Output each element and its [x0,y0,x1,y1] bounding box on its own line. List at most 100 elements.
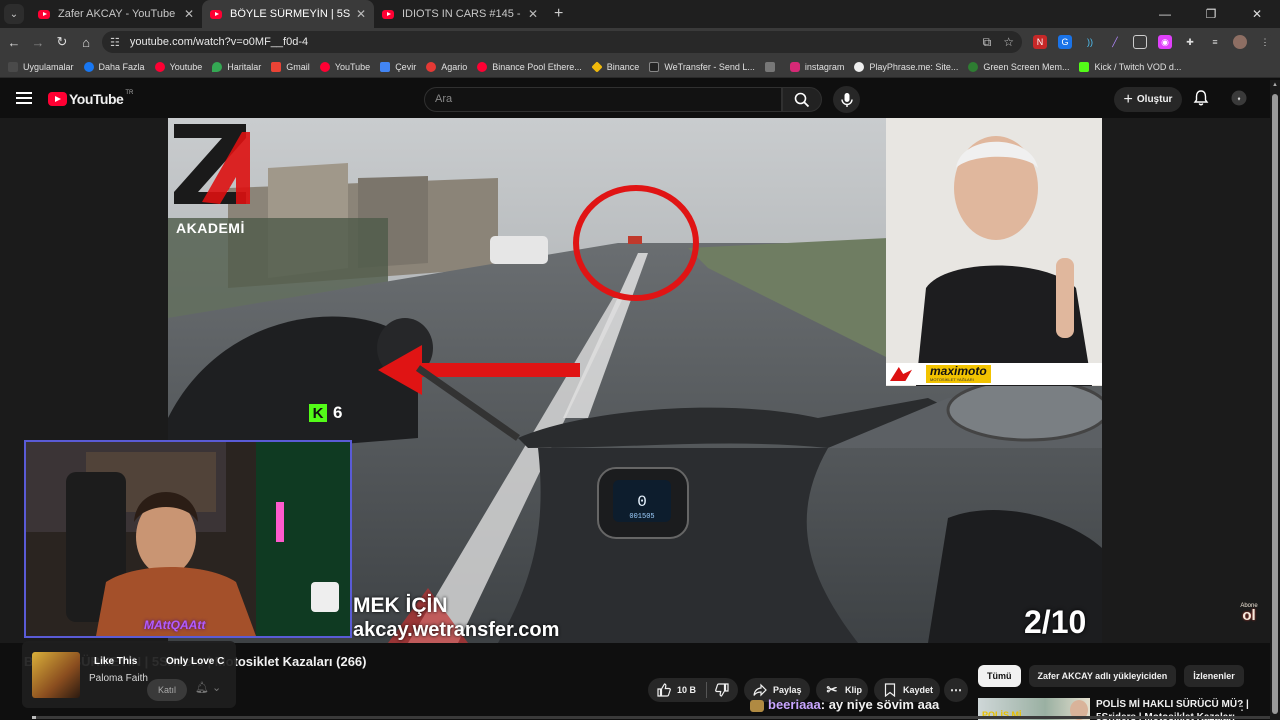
tab-title: Zafer AKCAY - YouTube [58,8,176,20]
restore-icon[interactable]: ❐ [1188,7,1234,21]
next-song-title: Only Love C [166,656,225,667]
bookmark-item[interactable]: Youtube [154,61,202,72]
close-tab-icon[interactable]: ✕ [356,7,366,21]
scrollbar-thumb[interactable] [1272,94,1278,714]
presenter-figure [886,118,1102,386]
microphone-icon [840,92,853,107]
chip-all[interactable]: Tümü [978,665,1021,687]
chat-overlay-message: beeriaaa: ay niye sövim aaa [750,697,939,712]
youtube-favicon-icon [382,9,394,19]
tab-3[interactable]: IDIOTS IN CARS #145 - YouTub ✕ [374,0,546,28]
cast-icon[interactable]: ⧉ [983,35,992,50]
gmail-icon [271,61,282,72]
bookmark-apps[interactable]: Uygulamalar [8,61,74,72]
bookmark-item[interactable]: PlayPhrase.me: Site... [854,61,958,72]
address-bar[interactable]: ☷ youtube.com/watch?v=o0MF__f0d-4 ⧉ ☆ [102,31,1022,53]
page-icon [764,61,775,72]
more-actions-button[interactable]: ⋯ [944,678,968,702]
minimize-icon[interactable]: — [1142,7,1188,21]
profile-avatar-icon[interactable] [1233,35,1247,49]
youtube-masthead: YouTube TR Ara + Oluştur ♦ [0,80,1280,118]
wetransfer-icon [649,61,660,72]
chip-from-uploader[interactable]: Zafer AKCAY adlı yükleyiciden [1028,665,1177,687]
bookmark-item[interactable]: Binance [591,60,639,73]
bookmark-item[interactable] [764,61,780,72]
url-text: youtube.com/watch?v=o0MF__f0d-4 [129,36,309,48]
streamer-webcam: MAttQAAtt [24,440,352,638]
forward-icon[interactable]: → [26,35,50,50]
reload-icon[interactable]: ↻ [50,34,74,50]
recommendation-filters: Tümü Zafer AKCAY adlı yükleyiciden İzlen… [978,665,1244,687]
bookmark-item[interactable]: Gmail [271,61,310,72]
bookmark-star-icon[interactable]: ☆ [1003,35,1014,49]
account-avatar[interactable]: ♦ [1228,90,1250,106]
binance-icon [591,60,603,73]
search-input[interactable]: Ara [424,87,782,112]
browser-menu-icon[interactable]: ⋮ [1258,35,1272,49]
screenshot-extension-icon[interactable] [1133,35,1147,49]
bookmark-item[interactable]: YouTube [319,61,370,72]
notifications-bell-icon[interactable] [1192,89,1210,107]
close-window-icon[interactable]: ✕ [1234,7,1280,21]
purple-extension-icon[interactable]: ◉ [1158,35,1172,49]
close-tab-icon[interactable]: ✕ [184,7,194,21]
webcam-name-tag: MAttQAAtt [144,618,206,632]
akademi-logo: AKADEMİ [172,122,250,236]
like-count[interactable]: 10 B [677,685,696,695]
more-icon: ⋯ [950,683,962,697]
bookmark-item[interactable]: Binance Pool Ethere... [477,61,582,72]
tab-1[interactable]: Zafer AKCAY - YouTube ✕ [30,0,202,28]
create-button[interactable]: + Oluştur [1114,87,1182,112]
sponsor-bird-icon [890,367,912,381]
subscribe-watermark[interactable]: Abone ol [1237,603,1261,627]
bookmark-item[interactable]: Kick / Twitch VOD d... [1079,61,1181,72]
back-icon[interactable]: ← [2,35,26,50]
greenscreen-icon [968,61,979,72]
youtube-favicon-icon [210,9,222,19]
dislike-icon[interactable] [715,683,729,697]
apps-grid-icon [8,61,18,72]
extensions-row: N G )) ╱ ◉ ✚ ≡ ⋮ [1033,28,1272,56]
bookmark-item[interactable]: Çevir [380,61,416,72]
overlay-text-line1: MEK İÇİN [353,594,448,617]
overlay-text-line2: akcay.wetransfer.com [353,619,560,641]
chip-watched[interactable]: İzlenenler [1184,665,1244,687]
bookmark-item[interactable]: Haritalar [212,61,261,72]
audio-extension-icon[interactable]: )) [1083,35,1097,49]
recommended-more-icon[interactable]: ⋮ [1236,699,1248,713]
youtube-logo[interactable]: YouTube TR [48,90,133,107]
tab-title: BÖYLE SÜRMEYİN | 5Sriders | M [230,8,350,20]
scissors-icon: ✂ [826,682,838,697]
new-tab-button[interactable]: + [554,5,563,23]
scroll-up-icon[interactable]: ▲ [1272,82,1278,88]
page-scrollbar[interactable]: ▲ [1270,80,1280,720]
tab-search-button[interactable]: ⌄ [4,4,24,24]
bookmark-item[interactable]: Daha Fazla [83,61,145,72]
extensions-puzzle-icon[interactable]: ✚ [1183,35,1197,49]
menu-icon[interactable] [16,92,32,104]
divider [706,682,708,698]
like-icon[interactable] [656,682,672,698]
translate-extension-icon[interactable]: G [1058,35,1072,49]
sponsor-banner: maximoto MOTOSİKLET YAĞLARI [886,363,1102,385]
site-info-icon[interactable]: ☷ [110,36,120,49]
tab-2[interactable]: BÖYLE SÜRMEYİN | 5Sriders | M ✕ [202,0,374,28]
extension-new-icon[interactable]: N [1033,35,1047,49]
translate-icon [380,61,391,72]
stream-progress-bar[interactable] [32,716,1270,719]
voice-search-button[interactable] [833,86,860,113]
webcam-scene [26,442,350,636]
maps-pin-icon [212,61,223,72]
bookmark-item[interactable]: WeTransfer - Send L... [649,61,755,72]
window-controls: — ❐ ✕ [1142,0,1280,28]
search-button[interactable] [782,87,822,112]
home-icon[interactable]: ⌂ [74,35,98,50]
pen-extension-icon[interactable]: ╱ [1108,35,1122,49]
close-tab-icon[interactable]: ✕ [528,7,538,21]
brand-text: AKADEMİ [176,220,245,236]
bookmark-item[interactable]: Green Screen Mem... [968,61,1069,72]
reading-list-icon[interactable]: ≡ [1208,35,1222,49]
presenter-inset: maximoto MOTOSİKLET YAĞLARI [886,118,1102,386]
bookmark-item[interactable]: Agario [426,61,467,72]
bookmark-item[interactable]: instagram [789,61,844,72]
